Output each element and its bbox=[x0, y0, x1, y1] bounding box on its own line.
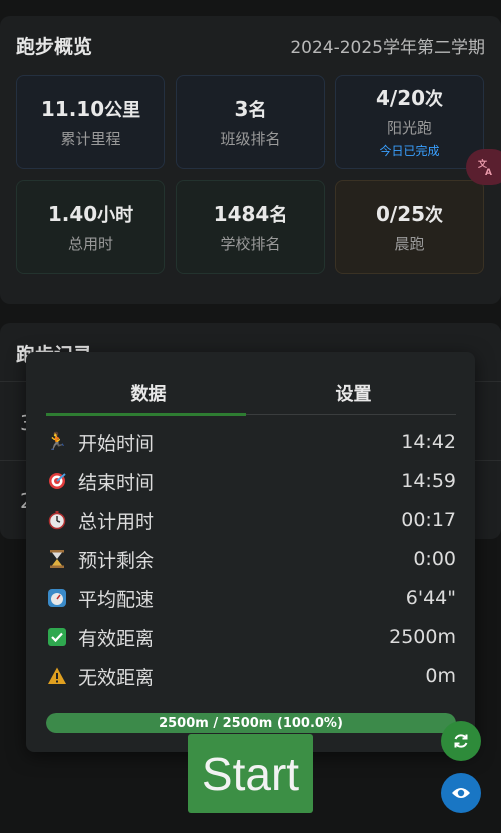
stopwatch-icon bbox=[46, 509, 68, 531]
speedometer-icon bbox=[46, 587, 68, 609]
row-value: 0:00 bbox=[413, 548, 456, 570]
tab-data[interactable]: 数据 bbox=[46, 380, 251, 416]
stat-value: 3 bbox=[234, 96, 249, 121]
row-value: 0m bbox=[425, 665, 456, 687]
stat-label: 阳光跑 bbox=[386, 119, 432, 137]
stat-morning-run: 0/25次 晨跑 bbox=[335, 180, 484, 274]
start-button[interactable]: Start bbox=[188, 734, 313, 813]
warning-icon bbox=[46, 665, 68, 687]
row-label: 开始时间 bbox=[78, 432, 155, 455]
stat-label: 累计里程 bbox=[60, 129, 121, 148]
refresh-button[interactable] bbox=[441, 721, 481, 761]
row-label: 无效距离 bbox=[78, 666, 155, 689]
row-value: 2500m bbox=[389, 626, 456, 648]
running-overview-card: 跑步概览 2024-2025学年第二学期 11.10公里 累计里程 3名 班级排… bbox=[0, 16, 501, 304]
stat-value: 1.40 bbox=[47, 201, 98, 226]
stat-unit: 小时 bbox=[97, 204, 134, 226]
stat-value: 0/25 bbox=[375, 201, 426, 226]
runner-icon: 🏃 bbox=[46, 432, 68, 452]
stat-unit: 次 bbox=[425, 204, 444, 226]
refresh-icon bbox=[454, 734, 468, 748]
panel-tabs: 数据 设置 bbox=[46, 380, 456, 416]
stat-value: 4/20 bbox=[375, 86, 426, 110]
stat-total-time: 1.40小时 总用时 bbox=[16, 180, 165, 274]
tab-active-indicator bbox=[46, 413, 246, 416]
stat-school-rank: 1484名 学校排名 bbox=[176, 180, 325, 274]
check-icon bbox=[46, 626, 68, 648]
stat-value: 1484 bbox=[213, 201, 270, 226]
stat-unit: 次 bbox=[425, 89, 444, 110]
target-icon bbox=[46, 470, 68, 492]
stat-value: 11.10 bbox=[40, 96, 105, 121]
row-invalid-distance: 无效距离 0m bbox=[46, 662, 456, 690]
row-valid-distance: 有效距离 2500m bbox=[46, 623, 456, 651]
stat-label: 总用时 bbox=[67, 234, 113, 253]
stat-label: 学校排名 bbox=[220, 234, 281, 253]
eye-icon bbox=[452, 788, 470, 798]
row-end-time: 结束时间 14:59 bbox=[46, 467, 456, 495]
stat-label: 晨跑 bbox=[394, 234, 425, 253]
row-value: 00:17 bbox=[401, 509, 456, 531]
stat-unit: 公里 bbox=[104, 99, 141, 121]
translate-icon[interactable]: 文 A bbox=[466, 149, 501, 185]
stat-sunshine-run: 4/20次 阳光跑 今日已完成 bbox=[335, 75, 484, 169]
semester-label[interactable]: 2024-2025学年第二学期 bbox=[290, 33, 485, 58]
row-label: 预计剩余 bbox=[78, 549, 155, 572]
progress-text: 2500m / 2500m (100.0%) bbox=[159, 715, 343, 731]
stat-class-rank: 3名 班级排名 bbox=[176, 75, 325, 169]
row-value: 14:42 bbox=[401, 431, 456, 453]
hourglass-icon bbox=[46, 548, 68, 570]
svg-text:A: A bbox=[485, 168, 492, 176]
row-label: 总计用时 bbox=[78, 510, 155, 533]
row-avg-pace: 平均配速 6'44" bbox=[46, 584, 456, 612]
row-label: 有效距离 bbox=[78, 627, 155, 650]
row-value: 6'44" bbox=[405, 587, 456, 609]
row-start-time: 🏃 开始时间 14:42 bbox=[46, 428, 456, 456]
row-label: 平均配速 bbox=[78, 588, 155, 611]
stat-label: 班级排名 bbox=[220, 129, 281, 148]
stat-unit: 名 bbox=[248, 99, 267, 121]
tab-settings[interactable]: 设置 bbox=[251, 380, 456, 416]
translate-glyph-icon: 文 A bbox=[478, 158, 492, 176]
completed-today-badge: 今日已完成 bbox=[379, 144, 440, 158]
row-total-time: 总计用时 00:17 bbox=[46, 506, 456, 534]
run-data-panel: 数据 设置 🏃 开始时间 14:42 结束时间 14:59 总计用时 00:17… bbox=[26, 352, 475, 752]
stat-total-distance: 11.10公里 累计里程 bbox=[16, 75, 165, 169]
stat-unit: 名 bbox=[269, 204, 288, 226]
row-remaining: 预计剩余 0:00 bbox=[46, 545, 456, 573]
visibility-toggle-button[interactable] bbox=[441, 773, 481, 813]
row-value: 14:59 bbox=[401, 470, 456, 492]
distance-progress-bar: 2500m / 2500m (100.0%) bbox=[46, 713, 456, 733]
overview-title: 跑步概览 bbox=[16, 36, 93, 58]
row-label: 结束时间 bbox=[78, 471, 155, 494]
